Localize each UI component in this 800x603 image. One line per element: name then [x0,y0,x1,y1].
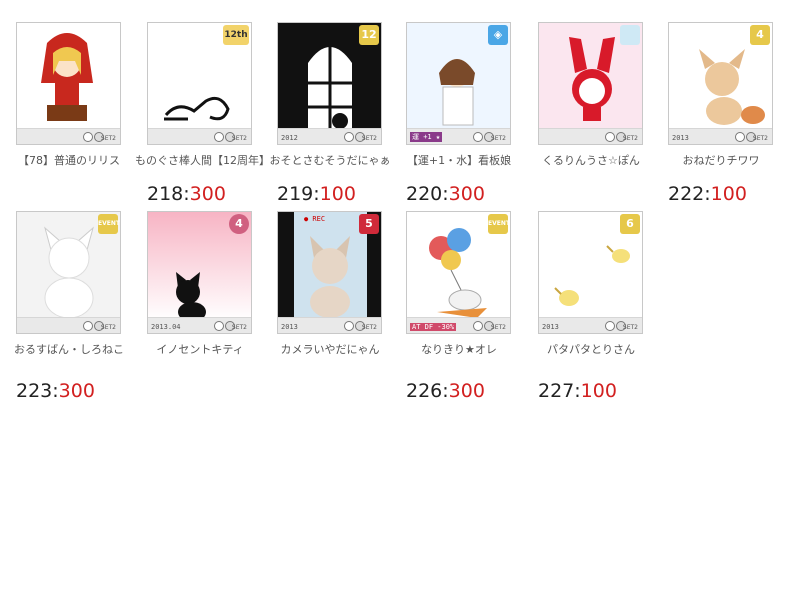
item-thumbnail[interactable]: 4 2013.04 SET2 [147,211,252,334]
water-icon: ◈ [488,25,508,45]
zoom-icon[interactable] [473,132,483,142]
year-label: 2013 [542,323,559,331]
item-caption: なりきり★オレ [421,343,497,356]
pair-badge [620,25,640,45]
item-thumbnail[interactable]: 12th SET2 [147,22,252,145]
set-label: SET2 [231,135,247,142]
number-badge: 6 [620,214,640,234]
number-badge: 4 [229,214,249,234]
item-thumbnail[interactable]: ◈ 運 +1 ★ SET2 [406,22,511,145]
number-badge: 5 [359,214,379,234]
item-caption: おそとさむそうだにゃぁ [269,154,391,167]
price-label: 223:300 [16,380,95,402]
zoom-icon[interactable] [83,132,93,142]
item-thumbnail[interactable]: SET2 [538,22,643,145]
set-label: SET2 [622,135,638,142]
number-badge: 12 [359,25,379,45]
set-label: SET2 [622,324,638,331]
zoom-icon[interactable] [83,321,93,331]
price-label: 227:100 [538,380,617,402]
zoom-icon[interactable] [344,321,354,331]
item-thumbnail[interactable]: 4 2013 SET2 [668,22,773,145]
year-label: 2013.04 [151,323,181,331]
zoom-icon[interactable] [344,132,354,142]
set-label: SET2 [490,324,506,331]
girl-image [17,23,120,131]
item-caption: くるりんうさ☆ぽん [542,154,640,167]
item-caption: カメラいやだにゃん [280,343,380,356]
item-caption: パタパタとりさん [547,343,635,356]
set-label: SET2 [100,135,116,142]
item-thumbnail[interactable]: EVENT SET2 [16,211,121,334]
item-thumbnail[interactable]: 6 2013 SET2 [538,211,643,334]
zoom-icon[interactable] [735,132,745,142]
zoom-icon[interactable] [214,132,224,142]
price-label: 218:300 [147,183,226,205]
rec-label: ● REC [304,215,326,223]
item-thumbnail[interactable]: EVENT AT DF -30% SET2 [406,211,511,334]
item-caption: 【78】普通のリリス [18,154,120,167]
event-badge: EVENT [98,214,120,234]
set-label: SET2 [100,324,116,331]
item-caption: ものぐさ棒人間【12周年】 [135,154,270,167]
set-label: SET2 [361,135,377,142]
stat-label: 運 +1 ★ [410,132,443,142]
zoom-icon[interactable] [473,321,483,331]
anniversary-badge: 12th [223,25,249,45]
number-badge: 4 [750,25,770,45]
item-caption: おねだりチワワ [682,154,760,167]
set-label: SET2 [752,135,768,142]
zoom-icon[interactable] [214,321,224,331]
item-caption: 【運+1・水】看板娘 [406,154,512,167]
stat-label: AT DF -30% [410,323,457,331]
item-caption: イノセントキティ [156,343,244,356]
year-label: 2013 [672,134,689,142]
price-label: 219:100 [277,183,356,205]
item-thumbnail[interactable]: 12 2012 SET2 [277,22,382,145]
set-label: SET2 [490,135,506,142]
item-thumbnail[interactable]: SET2 [16,22,121,145]
item-caption: おるすばん・しろねこ [14,343,124,356]
year-label: 2012 [281,134,298,142]
year-label: 2013 [281,323,298,331]
price-label: 220:300 [406,183,485,205]
item-thumbnail[interactable]: ● REC 5 2013 SET2 [277,211,382,334]
set-label: SET2 [361,324,377,331]
set-label: SET2 [231,324,247,331]
event-badge: EVENT [488,214,510,234]
zoom-icon[interactable] [605,132,615,142]
price-label: 226:300 [406,380,485,402]
price-label: 222:100 [668,183,747,205]
zoom-icon[interactable] [605,321,615,331]
